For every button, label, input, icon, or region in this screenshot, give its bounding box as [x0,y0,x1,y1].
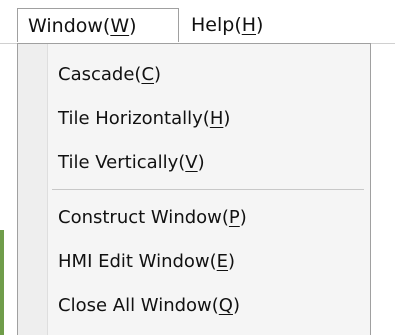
menu-window-suffix: ) [129,15,137,37]
menu-help-suffix: ) [256,14,264,36]
menu-item-tile-vertically[interactable]: Tile Vertically(V) [58,144,364,182]
menu-item-suffix: ) [223,108,231,129]
menu-separator [52,189,364,190]
menu-item-accel: C [141,64,155,85]
menu-help-label: Help( [191,14,242,36]
menu-item-accel: Q [218,295,233,316]
menu-item-suffix: ) [197,152,205,173]
menu-window[interactable]: Window(W) [17,8,179,42]
menu-item-construct-window[interactable]: Construct Window(P) [58,199,364,237]
menu-window-label: Window( [28,15,111,37]
menu-item-label: HMI Edit Window( [58,251,217,272]
menu-item-accel: H [209,108,224,129]
menu-item-tile-horizontally[interactable]: Tile Horizontally(H) [58,100,364,138]
menu-item-accel: E [216,251,229,272]
menu-item-close-all-window[interactable]: Close All Window(Q) [58,287,364,325]
menu-help[interactable]: Help(H) [191,8,289,42]
menu-item-label: Close All Window( [58,295,219,316]
menu-item-accel: V [185,152,198,173]
menu-help-accel: H [241,14,257,36]
menu-item-suffix: ) [239,207,247,228]
menu-item-label: Tile Horizontally( [58,108,210,129]
menu-item-suffix: ) [228,251,236,272]
menu-item-label: Construct Window( [58,207,229,228]
menu-window-accel: W [110,15,130,37]
window-dropdown-menu: Cascade(C) Tile Horizontally(H) Tile Ver… [17,43,371,335]
menu-item-suffix: ) [232,295,240,316]
menu-bar: Window(W) Help(H) [0,0,395,44]
menu-item-label: Tile Vertically( [58,152,186,173]
menu-item-label: Cascade( [58,64,142,85]
menu-icon-gutter [18,44,48,335]
menu-item-accel: P [228,207,240,228]
background-window-edge [0,230,4,335]
menu-item-cascade[interactable]: Cascade(C) [58,56,364,94]
menu-item-suffix: ) [154,64,162,85]
menu-item-hmi-edit-window[interactable]: HMI Edit Window(E) [58,243,364,281]
